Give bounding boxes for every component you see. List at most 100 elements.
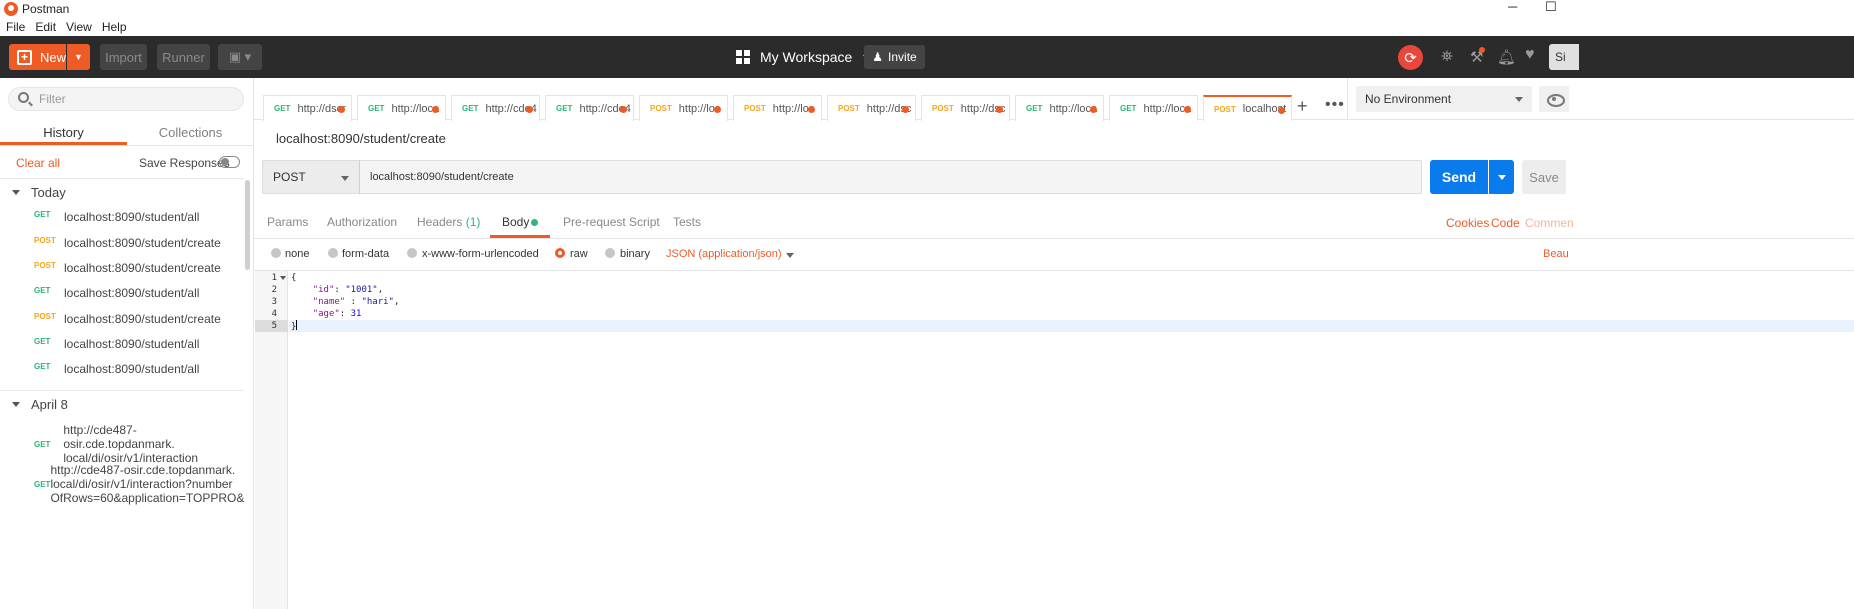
tab-collections[interactable]: Collections bbox=[127, 120, 254, 144]
radio-form-data[interactable] bbox=[328, 248, 338, 258]
code-line[interactable]: } bbox=[291, 320, 298, 333]
request-tab[interactable]: POST http://loc bbox=[639, 95, 728, 121]
history-item[interactable]: POST localhost:8090/student/create bbox=[0, 236, 244, 250]
fold-arrow-icon[interactable] bbox=[280, 276, 286, 280]
request-tab[interactable]: POST http://dsc bbox=[921, 95, 1010, 121]
menu-file[interactable]: File bbox=[6, 20, 25, 34]
new-window-button[interactable]: ▣ ▾ bbox=[218, 44, 262, 70]
maximize-button[interactable]: ☐ bbox=[1545, 0, 1557, 14]
sign-in-button[interactable]: Si bbox=[1549, 44, 1579, 70]
history-item[interactable]: GET localhost:8090/student/all bbox=[0, 210, 244, 224]
sidebar-scrollbar[interactable] bbox=[245, 180, 250, 270]
chevron-down-icon[interactable] bbox=[786, 253, 794, 258]
beautify-link[interactable]: Beau bbox=[1543, 248, 1569, 260]
tab-params[interactable]: Params bbox=[267, 215, 308, 229]
code-line[interactable]: "name" : "hari", bbox=[291, 296, 400, 308]
radio-binary[interactable] bbox=[605, 248, 615, 258]
request-tab-active[interactable]: POST localhost bbox=[1203, 95, 1292, 121]
request-tab[interactable]: GET http://dscr bbox=[263, 95, 352, 121]
code-line[interactable]: "id": "1001", bbox=[291, 284, 383, 296]
filter-input[interactable]: Filter bbox=[8, 87, 244, 111]
request-tab[interactable]: POST http://dsc bbox=[827, 95, 916, 121]
radio-none[interactable] bbox=[271, 248, 281, 258]
code-link[interactable]: Code bbox=[1491, 216, 1520, 230]
request-title[interactable]: localhost:8090/student/create bbox=[276, 131, 446, 146]
environment-select[interactable]: No Environment bbox=[1356, 86, 1532, 112]
code-line[interactable]: "age": 31 bbox=[291, 308, 362, 320]
tab-method: POST bbox=[744, 104, 766, 113]
sync-icon[interactable]: ⟳ bbox=[1398, 45, 1423, 70]
comments-link[interactable]: Commen bbox=[1525, 216, 1574, 230]
history-item[interactable]: GET http://cde487-osir.cde.topdanmark. l… bbox=[0, 463, 244, 505]
history-item[interactable]: GET http://cde487-osir.cde.topdanmark. l… bbox=[0, 423, 244, 465]
content-type-select[interactable]: JSON (application/json) bbox=[666, 248, 782, 260]
add-user-icon: ♟ bbox=[872, 50, 884, 64]
caret-down-icon bbox=[12, 190, 20, 195]
json-key: "name" bbox=[312, 297, 346, 307]
history-item[interactable]: POST localhost:8090/student/create bbox=[0, 312, 244, 326]
filter-placeholder: Filter bbox=[39, 92, 66, 106]
radio-urlencoded-label: x-www-form-urlencoded bbox=[422, 248, 539, 260]
history-group-april-8[interactable]: April 8 bbox=[12, 397, 68, 412]
radio-x-www-form-urlencoded[interactable] bbox=[407, 248, 417, 258]
tab-authorization[interactable]: Authorization bbox=[327, 215, 397, 229]
new-button[interactable]: + New bbox=[9, 44, 66, 70]
tab-headers[interactable]: Headers (1) bbox=[417, 215, 480, 229]
environment-quick-look-eye-icon[interactable] bbox=[1539, 86, 1569, 112]
tab-method: GET bbox=[1026, 104, 1043, 113]
satellite-icon[interactable]: ⛯ bbox=[1441, 48, 1453, 65]
tab-body[interactable]: Body bbox=[502, 215, 529, 229]
workspace-selector[interactable]: My Workspace ▼ bbox=[736, 44, 870, 70]
unsaved-dot bbox=[902, 106, 909, 113]
new-dropdown-button[interactable]: ▼ bbox=[67, 44, 90, 70]
heart-icon[interactable]: ♥ bbox=[1525, 46, 1535, 64]
cookies-link[interactable]: Cookies bbox=[1446, 216, 1489, 230]
minimize-button[interactable]: ─ bbox=[1508, 0, 1517, 14]
request-tab[interactable]: GET http://cde4 bbox=[451, 95, 540, 121]
request-tab[interactable]: GET http://loca bbox=[1015, 95, 1104, 121]
save-responses-toggle[interactable] bbox=[219, 156, 240, 168]
invite-button[interactable]: ♟ Invite bbox=[864, 45, 925, 69]
history-group-today[interactable]: Today bbox=[12, 185, 66, 200]
request-tab[interactable]: GET http://loca bbox=[1109, 95, 1198, 121]
tab-history[interactable]: History bbox=[0, 120, 127, 144]
method-select[interactable]: POST bbox=[262, 160, 360, 194]
runner-button[interactable]: Runner bbox=[157, 44, 210, 70]
tab-tests[interactable]: Tests bbox=[673, 215, 701, 229]
save-button[interactable]: Save bbox=[1522, 160, 1566, 194]
window-title: Postman bbox=[22, 1, 70, 16]
unsaved-dot bbox=[996, 106, 1003, 113]
bell-icon[interactable]: 🔔︎ bbox=[1497, 48, 1516, 66]
code-line[interactable]: { bbox=[291, 272, 296, 284]
request-tab[interactable]: GET http://cde4 bbox=[545, 95, 634, 121]
menu-view[interactable]: View bbox=[66, 20, 92, 34]
radio-none-label: none bbox=[285, 248, 310, 260]
method-badge: GET bbox=[34, 337, 51, 346]
request-tab[interactable]: GET http://loca bbox=[357, 95, 446, 121]
json-value: "1001" bbox=[345, 285, 378, 295]
history-item[interactable]: GET localhost:8090/student/all bbox=[0, 362, 244, 376]
send-button[interactable]: Send bbox=[1430, 160, 1488, 194]
send-dropdown-button[interactable] bbox=[1489, 160, 1514, 194]
body-indicator-dot bbox=[531, 219, 538, 226]
radio-binary-label: binary bbox=[620, 248, 650, 260]
history-url: http://cde487-osir.cde.topdanmark. local… bbox=[63, 423, 244, 465]
add-tab-icon[interactable]: + bbox=[1297, 96, 1308, 117]
unsaved-dot bbox=[526, 106, 533, 113]
history-item[interactable]: GET localhost:8090/student/all bbox=[0, 337, 244, 351]
history-item[interactable]: GET localhost:8090/student/all bbox=[0, 286, 244, 300]
method-value: POST bbox=[273, 170, 306, 184]
clear-all-link[interactable]: Clear all bbox=[16, 156, 60, 170]
menu-edit[interactable]: Edit bbox=[35, 20, 56, 34]
tab-method: POST bbox=[1214, 104, 1236, 114]
tab-pre-request-script[interactable]: Pre-request Script bbox=[563, 215, 660, 229]
request-tab[interactable]: POST http://loc bbox=[733, 95, 822, 121]
menu-help[interactable]: Help bbox=[102, 20, 127, 34]
history-item[interactable]: POST localhost:8090/student/create bbox=[0, 261, 244, 275]
workspace-grid-icon bbox=[736, 50, 750, 64]
radio-raw[interactable] bbox=[555, 248, 565, 258]
settings-notification-dot bbox=[1479, 47, 1485, 53]
import-button[interactable]: Import bbox=[100, 44, 147, 70]
more-tabs-icon[interactable]: ••• bbox=[1325, 96, 1345, 114]
url-value[interactable]: localhost:8090/student/create bbox=[370, 171, 514, 183]
